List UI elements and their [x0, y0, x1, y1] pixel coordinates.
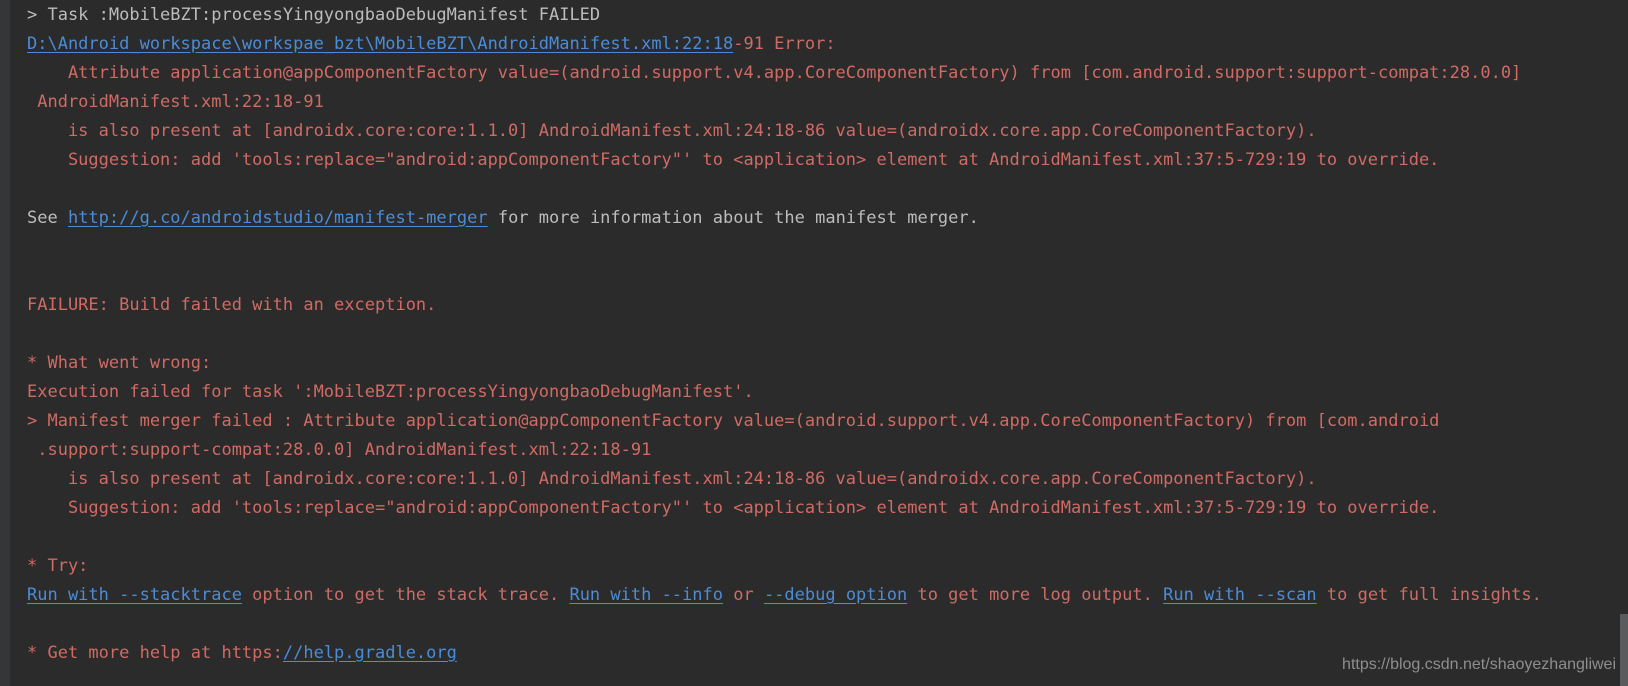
console-line: Attribute application@appComponentFactor…	[27, 59, 1628, 88]
console-line: Suggestion: add 'tools:replace="android:…	[27, 146, 1628, 175]
console-text-plain: > Task :MobileBZT:processYingyongbaoDebu…	[27, 5, 601, 25]
console-line: AndroidManifest.xml:22:18-91	[27, 88, 1628, 117]
console-text-error: > Manifest merger failed : Attribute app…	[27, 411, 1440, 431]
console-line: > Task :MobileBZT:processYingyongbaoDebu…	[27, 1, 1628, 30]
console-line: is also present at [androidx.core:core:1…	[27, 117, 1628, 146]
console-text-plain: for more information about the manifest …	[487, 208, 979, 228]
console-text-error: FAILURE: Build failed with an exception.	[27, 295, 437, 315]
console-text-plain: See	[27, 208, 68, 228]
console-output: > Task :MobileBZT:processYingyongbaoDebu…	[10, 1, 1628, 686]
console-line: > Manifest merger failed : Attribute app…	[27, 407, 1628, 436]
console-text-error: or	[722, 585, 764, 605]
console-text-error: is also present at [androidx.core:core:1…	[27, 469, 1317, 489]
console-line: FAILURE: Build failed with an exception.	[27, 291, 1628, 320]
console-line: is also present at [androidx.core:core:1…	[27, 465, 1628, 494]
gradle-help-link[interactable]: //help.gradle.org	[283, 643, 457, 663]
manifest-file-link[interactable]: D:\Android_workspace\workspae_bzt\Mobile…	[27, 34, 733, 54]
console-line: Suggestion: add 'tools:replace="android:…	[27, 494, 1628, 523]
vertical-scrollbar-thumb[interactable]	[1620, 614, 1628, 686]
console-line: .support:support-compat:28.0.0] AndroidM…	[27, 436, 1628, 465]
console-text-error: * Try:	[27, 556, 89, 576]
console-text-error: to get full insights.	[1316, 585, 1542, 605]
run-with-scan-link[interactable]: Run with --scan	[1163, 585, 1317, 605]
console-line: * Try:	[27, 552, 1628, 581]
console-text-error: AndroidManifest.xml:22:18-91	[27, 92, 324, 112]
console-line: See http://g.co/androidstudio/manifest-m…	[27, 204, 1628, 233]
console-text-error: to get more log output.	[907, 585, 1164, 605]
console-text-error: is also present at [androidx.core:core:1…	[27, 121, 1317, 141]
console-text-error: Execution failed for task ':MobileBZT:pr…	[27, 382, 754, 402]
console-text-error: Suggestion: add 'tools:replace="android:…	[27, 498, 1440, 518]
console-line: D:\Android_workspace\workspae_bzt\Mobile…	[27, 30, 1628, 59]
run-with-stacktrace-link[interactable]: Run with --stacktrace	[27, 585, 242, 605]
watermark: https://blog.csdn.net/shaoyezhangliwei	[1342, 656, 1616, 673]
console-text-error: .support:support-compat:28.0.0] AndroidM…	[27, 440, 652, 460]
console-line: Run with --stacktrace option to get the …	[27, 581, 1628, 610]
console-text-error: option to get the stack trace.	[241, 585, 570, 605]
manifest-merger-doc-link[interactable]: http://g.co/androidstudio/manifest-merge…	[68, 208, 488, 228]
console-text-error: Attribute application@appComponentFactor…	[27, 63, 1522, 83]
debug-option-link[interactable]: --debug option	[764, 585, 907, 605]
console-text-error: * What went wrong:	[27, 353, 212, 373]
run-with-info-link[interactable]: Run with --info	[569, 585, 723, 605]
console-text-error: -91 Error:	[733, 34, 836, 54]
console-line: Execution failed for task ':MobileBZT:pr…	[27, 378, 1628, 407]
console-left-gutter	[0, 0, 10, 686]
console-text-error: Suggestion: add 'tools:replace="android:…	[27, 150, 1440, 170]
console-text-error: * Get more help at https:	[27, 643, 283, 663]
console-line: * What went wrong:	[27, 349, 1628, 378]
